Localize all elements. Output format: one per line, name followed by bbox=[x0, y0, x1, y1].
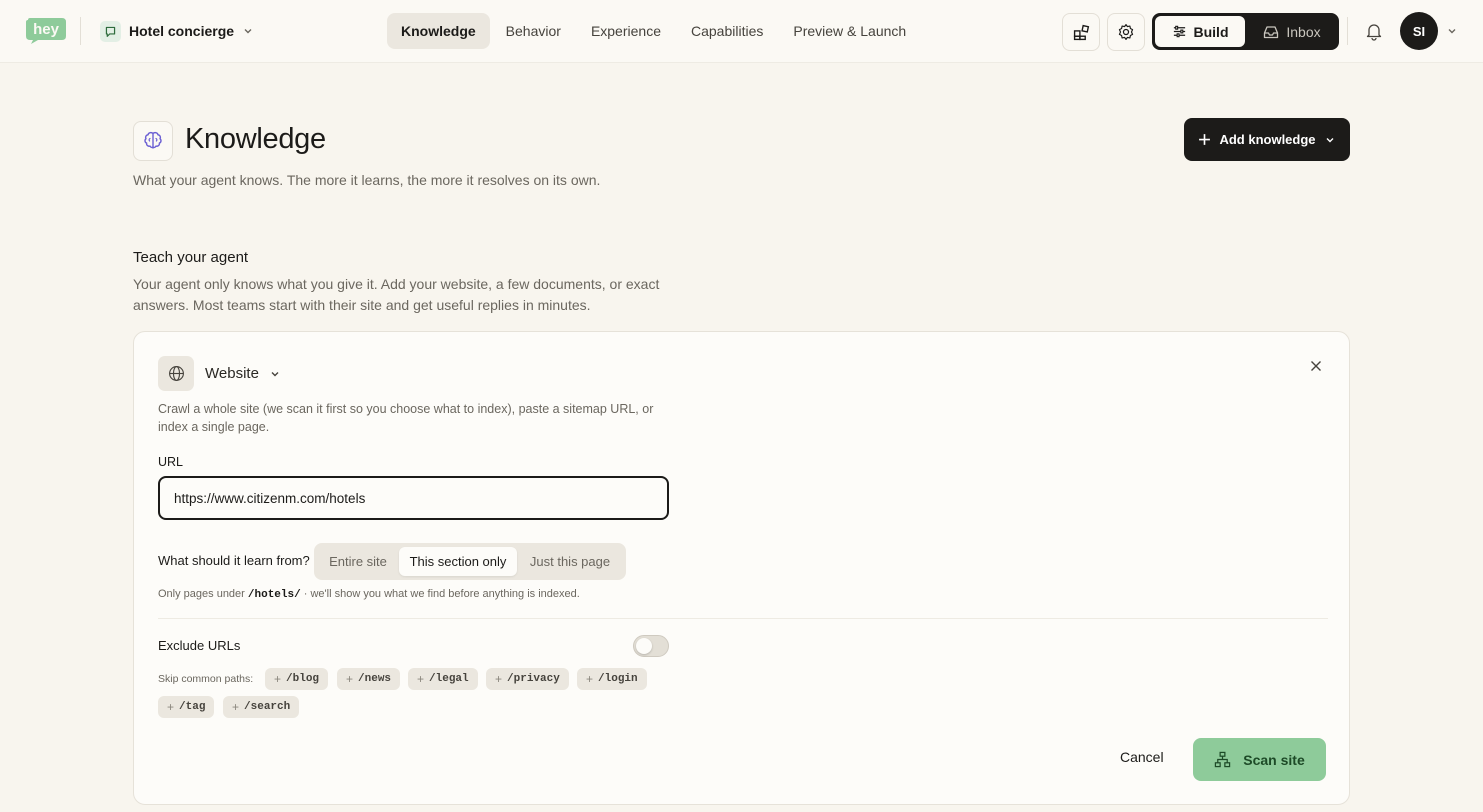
close-icon bbox=[1311, 361, 1321, 371]
scan-site-label: Scan site bbox=[1243, 751, 1305, 768]
settings-button[interactable] bbox=[1107, 13, 1145, 51]
tab-experience[interactable]: Experience bbox=[577, 13, 675, 49]
exclude-urls-label: Exclude URLs bbox=[158, 638, 241, 653]
sliders-icon bbox=[1173, 25, 1185, 38]
add-knowledge-button[interactable]: Add knowledge bbox=[1184, 118, 1350, 161]
skip-chip-news[interactable]: + /news bbox=[337, 668, 401, 690]
inbox-mode-button[interactable]: Inbox bbox=[1248, 16, 1336, 47]
inbox-label: Inbox bbox=[1286, 23, 1321, 40]
widgets-icon bbox=[1073, 24, 1089, 40]
chat-bubble-icon bbox=[100, 20, 121, 42]
logo-text: hey bbox=[33, 21, 60, 38]
hint-suffix: · we'll show you what we find before any… bbox=[300, 588, 580, 600]
hey-logo[interactable]: hey bbox=[24, 16, 68, 44]
chip-label: /tag bbox=[179, 701, 206, 713]
scope-segmented-control: Entire site This section only Just this … bbox=[314, 543, 626, 580]
section-title: Teach your agent bbox=[133, 249, 249, 266]
agent-selector[interactable]: Hotel concierge bbox=[100, 20, 254, 42]
divider bbox=[80, 17, 81, 45]
chip-label: /search bbox=[244, 701, 291, 713]
skip-chip-blog[interactable]: + /blog bbox=[265, 668, 329, 690]
mode-toggle: Build Inbox bbox=[1152, 13, 1339, 50]
plus-icon: + bbox=[346, 672, 354, 686]
plus-icon: + bbox=[586, 672, 594, 686]
inbox-icon bbox=[1264, 25, 1279, 38]
skip-chip-login[interactable]: + /login bbox=[577, 668, 647, 690]
chip-label: /privacy bbox=[507, 673, 560, 685]
tab-behavior[interactable]: Behavior bbox=[492, 13, 575, 49]
scope-this-section[interactable]: This section only bbox=[399, 547, 517, 576]
skip-chip-legal[interactable]: + /legal bbox=[408, 668, 478, 690]
plus-icon: + bbox=[167, 700, 175, 714]
tab-knowledge[interactable]: Knowledge bbox=[387, 13, 490, 49]
scan-site-button[interactable]: Scan site bbox=[1193, 738, 1326, 781]
chip-label: /login bbox=[598, 673, 638, 685]
source-description: Crawl a whole site (we scan it first so … bbox=[158, 402, 654, 434]
tab-capabilities[interactable]: Capabilities bbox=[677, 13, 777, 49]
cancel-button[interactable]: Cancel bbox=[1120, 749, 1164, 765]
brain-icon bbox=[144, 131, 162, 149]
sitemap-icon bbox=[1215, 751, 1231, 768]
plus-icon: + bbox=[274, 672, 282, 686]
build-label: Build bbox=[1193, 23, 1229, 40]
skip-chip-privacy[interactable]: + /privacy bbox=[486, 668, 569, 690]
brain-icon-tile bbox=[133, 121, 173, 161]
plus-icon: + bbox=[417, 672, 425, 686]
top-bar: hey Hotel concierge Knowledge Behavior E… bbox=[0, 0, 1483, 63]
tab-preview-launch[interactable]: Preview & Launch bbox=[779, 13, 920, 49]
website-source-card: Website Crawl a whole site (we scan it f… bbox=[133, 331, 1350, 805]
close-button[interactable] bbox=[1306, 356, 1326, 376]
url-label: URL bbox=[158, 455, 184, 469]
toggle-knob bbox=[636, 638, 652, 654]
build-mode-button[interactable]: Build bbox=[1155, 16, 1245, 47]
skip-chip-tag[interactable]: + /tag bbox=[158, 696, 215, 718]
source-type-value: Website bbox=[205, 365, 259, 382]
url-input[interactable] bbox=[158, 476, 669, 520]
hint-path: /hotels/ bbox=[247, 589, 301, 601]
plus-icon: + bbox=[495, 672, 503, 686]
plus-icon bbox=[1199, 134, 1211, 145]
scope-label: What should it learn from? bbox=[158, 553, 310, 568]
gear-icon bbox=[1118, 24, 1134, 40]
avatar[interactable]: SI bbox=[1400, 12, 1438, 50]
hint-prefix: Only pages under bbox=[158, 588, 248, 600]
section-description: Your agent only knows what you give it. … bbox=[133, 276, 660, 313]
skip-paths-label: Skip common paths: bbox=[158, 673, 254, 685]
scope-hint: Only pages under /hotels/ · we'll show y… bbox=[158, 588, 580, 601]
add-knowledge-label: Add knowledge bbox=[1219, 132, 1316, 147]
source-type-select[interactable]: Website bbox=[205, 365, 281, 382]
globe-icon-tile bbox=[158, 356, 194, 391]
chevron-down-icon[interactable] bbox=[1446, 25, 1458, 37]
scope-entire-site[interactable]: Entire site bbox=[318, 547, 398, 576]
chevron-down-icon bbox=[244, 29, 252, 34]
chip-label: /blog bbox=[286, 673, 320, 685]
skip-chip-search[interactable]: + /search bbox=[223, 696, 300, 718]
divider bbox=[158, 618, 1328, 619]
bell-icon[interactable] bbox=[1364, 21, 1384, 41]
page-subtitle: What your agent knows. The more it learn… bbox=[133, 172, 601, 188]
widgets-button[interactable] bbox=[1062, 13, 1100, 51]
divider bbox=[1347, 17, 1348, 45]
plus-icon: + bbox=[232, 700, 240, 714]
chevron-down-icon bbox=[271, 371, 279, 376]
chevron-down-icon bbox=[1326, 137, 1334, 142]
agent-name: Hotel concierge bbox=[129, 23, 235, 39]
globe-icon bbox=[168, 366, 184, 381]
page-title: Knowledge bbox=[185, 123, 326, 155]
scope-just-this-page[interactable]: Just this page bbox=[519, 547, 621, 576]
chip-label: /legal bbox=[429, 673, 469, 685]
chip-label: /news bbox=[358, 673, 392, 685]
main-nav: Knowledge Behavior Experience Capabiliti… bbox=[387, 13, 920, 49]
exclude-urls-toggle[interactable] bbox=[633, 635, 669, 657]
